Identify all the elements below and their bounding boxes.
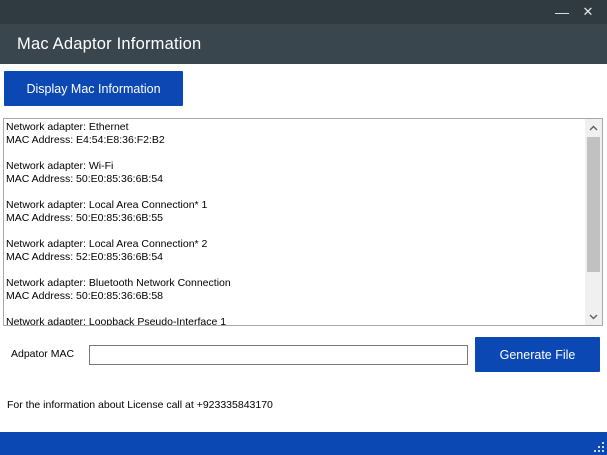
adapter-mac: MAC Address: 50:E0:85:36:6B:54 — [6, 173, 164, 185]
list-item: Network adapter: Local Area Connection* … — [6, 238, 584, 264]
close-icon[interactable]: ✕ — [575, 0, 601, 24]
adapter-name: Network adapter: Bluetooth Network Conne… — [6, 277, 231, 289]
list-item: Network adapter: Wi-Fi MAC Address: 50:E… — [6, 160, 584, 186]
chevron-down-icon[interactable] — [585, 308, 602, 325]
display-mac-information-button[interactable]: Display Mac Information — [4, 71, 183, 106]
chevron-up-icon[interactable] — [585, 119, 602, 136]
adapter-mac: MAC Address: 50:E0:85:36:6B:55 — [6, 212, 164, 224]
minimize-icon[interactable]: — — [549, 0, 575, 24]
adapter-mac: MAC Address: 52:E0:85:36:6B:54 — [6, 251, 164, 263]
license-info-text: For the information about License call a… — [7, 399, 273, 411]
adapter-mac: MAC Address: 50:E0:85:36:6B:58 — [6, 290, 164, 302]
adapter-list-content: Network adapter: Ethernet MAC Address: E… — [6, 121, 584, 325]
list-item: Network adapter: Ethernet MAC Address: E… — [6, 121, 584, 147]
generate-file-button[interactable]: Generate File — [475, 337, 600, 372]
adapter-name: Network adapter: Local Area Connection* … — [6, 199, 208, 211]
page-title: Mac Adaptor Information — [17, 35, 202, 53]
window-titlebar: — ✕ — [0, 0, 607, 24]
adapter-name: Network adapter: Loopback Pseudo-Interfa… — [6, 316, 227, 325]
vertical-scrollbar[interactable] — [585, 119, 602, 325]
adapter-mac: MAC Address: E4:54:E8:36:F2:B2 — [6, 134, 165, 146]
list-item: Network adapter: Bluetooth Network Conne… — [6, 277, 584, 303]
adapter-list[interactable]: Network adapter: Ethernet MAC Address: E… — [3, 118, 603, 326]
status-bar — [0, 432, 607, 455]
adaptor-mac-label: Adpator MAC — [11, 348, 75, 360]
adaptor-mac-input[interactable] — [89, 345, 468, 365]
resize-grip-icon[interactable] — [593, 441, 605, 453]
scrollbar-thumb[interactable] — [587, 137, 600, 272]
adapter-name: Network adapter: Ethernet — [6, 121, 129, 133]
adapter-name: Network adapter: Local Area Connection* … — [6, 238, 208, 250]
list-item: Network adapter: Loopback Pseudo-Interfa… — [6, 316, 584, 325]
adapter-name: Network adapter: Wi-Fi — [6, 160, 114, 172]
app-header: Mac Adaptor Information — [0, 24, 607, 64]
list-item: Network adapter: Local Area Connection* … — [6, 199, 584, 225]
